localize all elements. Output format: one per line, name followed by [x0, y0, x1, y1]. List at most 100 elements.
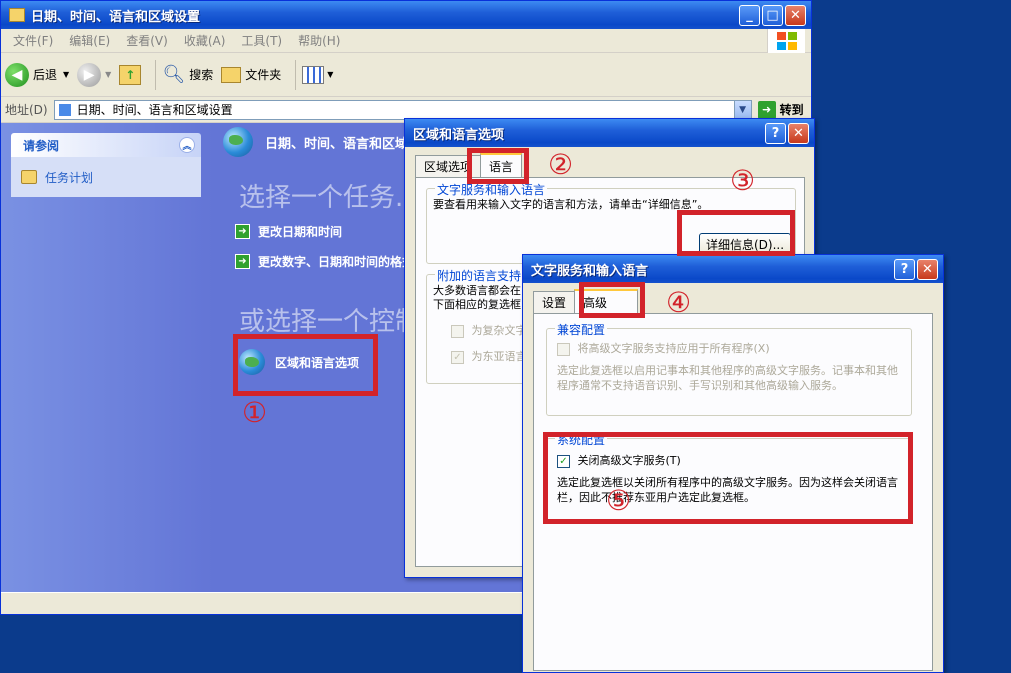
text-services-title-bar[interactable]: 文字服务和输入语言 ? ✕	[523, 255, 943, 283]
text-services-tabs: 设置 高级	[533, 289, 639, 313]
annotation-number-5: ⑤	[606, 484, 632, 517]
folders-button[interactable]: 文件夹	[221, 66, 281, 83]
annotation-number-3: ③	[730, 164, 756, 197]
turn-off-advanced-checkbox[interactable]: ✓ 关闭高级文字服务(T)	[557, 453, 681, 468]
toolbar-separator	[295, 59, 297, 90]
group-description: 要查看用来输入文字的语言和方法，请单击“详细信息”。	[433, 198, 709, 211]
annotation-number-2: ②	[548, 148, 574, 181]
address-value: 日期、时间、语言和区域设置	[76, 103, 233, 117]
folder-icon	[9, 8, 25, 22]
close-button[interactable]: ✕	[788, 123, 809, 144]
region-dialog-title: 区域和语言选项	[413, 127, 505, 143]
menu-bar: 文件(F) 编辑(E) 查看(V) 收藏(A) 工具(T) 帮助(H)	[1, 29, 811, 53]
east-asian-checkbox[interactable]: ✓ 为东亚语言	[451, 349, 527, 364]
up-folder-button[interactable]: ↑	[119, 64, 142, 85]
details-button[interactable]: 详细信息(D)...	[699, 233, 791, 255]
back-arrow-icon: ◀	[5, 62, 29, 87]
menu-view[interactable]: 查看(V)	[118, 32, 176, 49]
complex-script-checkbox[interactable]: 为复杂文字	[451, 323, 527, 338]
menu-favorites[interactable]: 收藏(A)	[176, 32, 234, 49]
toolbar: ◀ 后退 ▼ ▶ ▼ ↑ 🔍︎ 搜索 文件夹 ▼	[1, 53, 811, 97]
menu-file[interactable]: 文件(F)	[5, 32, 61, 49]
checkbox-icon	[557, 342, 570, 356]
annotation-number-1: ①	[242, 396, 268, 429]
windows-logo-icon	[767, 29, 805, 53]
task-label: 更改日期和时间	[258, 225, 343, 239]
go-button[interactable]: ➜ 转到	[757, 100, 804, 119]
control-panel-icon	[58, 103, 71, 116]
compat-checkbox-label: 将高级文字服务支持应用于所有程序(X)	[577, 342, 770, 355]
regional-options-label: 区域和语言选项	[275, 355, 360, 370]
scheduled-tasks-icon	[21, 170, 37, 184]
chevron-down-icon: ▼	[63, 70, 70, 79]
globe-clock-icon	[223, 127, 253, 157]
text-services-group: 文字服务和输入语言 要查看用来输入文字的语言和方法，请单击“详细信息”。 详细信…	[426, 181, 796, 264]
maximize-button[interactable]: □	[762, 5, 783, 26]
views-icon	[302, 65, 325, 84]
see-also-item-scheduled-tasks[interactable]: 任务计划	[45, 169, 93, 186]
check-mark-icon: ✓	[451, 350, 464, 364]
collapse-icon[interactable]: ︽	[179, 137, 195, 153]
globe-icon	[239, 349, 265, 375]
go-label: 转到	[779, 103, 804, 117]
back-button[interactable]: ◀ 后退 ▼	[5, 62, 70, 87]
close-button[interactable]: ✕	[785, 5, 806, 26]
group-description-line1: 大多数语言都会在	[433, 284, 521, 297]
group-title: 系统配置	[555, 431, 608, 448]
close-button[interactable]: ✕	[917, 259, 938, 280]
text-services-dialog: 文字服务和输入语言 ? ✕ 设置 高级 兼容配置 将高级文字服务支持应用于所有程…	[522, 254, 944, 673]
tab-regional-options[interactable]: 区域选项	[415, 155, 482, 177]
compat-group: 兼容配置 将高级文字服务支持应用于所有程序(X) 选定此复选框以启用记事本和其他…	[546, 321, 912, 416]
search-icon: 🔍︎	[162, 64, 186, 85]
advanced-tab-panel: 兼容配置 将高级文字服务支持应用于所有程序(X) 选定此复选框以启用记事本和其他…	[533, 313, 933, 671]
menu-help[interactable]: 帮助(H)	[290, 32, 348, 49]
see-also-panel: 请参阅 ︽ 任务计划	[11, 133, 201, 197]
folders-icon	[221, 66, 242, 83]
group-title: 文字服务和输入语言	[435, 181, 548, 198]
arrow-right-icon: ➜	[235, 254, 250, 269]
see-also-body: 任务计划	[11, 157, 201, 197]
help-button[interactable]: ?	[894, 259, 915, 280]
see-also-header[interactable]: 请参阅 ︽	[11, 133, 201, 157]
task-change-date-time[interactable]: ➜ 更改日期和时间	[235, 223, 342, 240]
compat-description: 选定此复选框以启用记事本和其他程序的高级文字服务。记事本和其他程序通常不支持语音…	[557, 364, 898, 392]
address-dropdown-button[interactable]: ▼	[733, 100, 751, 119]
task-label: 更改数字、日期和时间的格式	[258, 255, 415, 269]
east-asian-label: 为东亚语言	[471, 350, 527, 363]
turn-off-advanced-label: 关闭高级文字服务(T)	[577, 454, 681, 467]
tab-settings[interactable]: 设置	[533, 291, 576, 313]
see-also-title: 请参阅	[23, 138, 60, 153]
task-change-format[interactable]: ➜ 更改数字、日期和时间的格式	[235, 253, 414, 270]
system-config-group: 系统配置 ✓ 关闭高级文字服务(T) 选定此复选框以关闭所有程序中的高级文字服务…	[546, 431, 912, 522]
category-header: 日期、时间、语言和区域设置	[223, 127, 434, 157]
region-dialog-title-bar[interactable]: 区域和语言选项 ? ✕	[405, 119, 814, 147]
menu-edit[interactable]: 编辑(E)	[61, 32, 118, 49]
check-mark-icon: ✓	[557, 454, 570, 468]
tab-advanced[interactable]: 高级	[574, 289, 639, 313]
window-title: 日期、时间、语言和区域设置	[31, 9, 201, 25]
forward-arrow-icon: ▶	[77, 62, 102, 87]
search-button[interactable]: 🔍︎ 搜索	[162, 64, 213, 85]
back-label: 后退	[33, 68, 58, 82]
task-pane: 请参阅 ︽ 任务计划	[1, 123, 213, 592]
compat-checkbox[interactable]: 将高级文字服务支持应用于所有程序(X)	[557, 341, 770, 356]
chevron-down-icon: ▼	[327, 70, 334, 79]
complex-script-label: 为复杂文字	[471, 324, 527, 337]
go-arrow-icon: ➜	[757, 100, 776, 119]
annotation-number-4: ④	[666, 286, 692, 319]
regional-options-item[interactable]: 区域和语言选项	[239, 349, 359, 375]
tab-languages[interactable]: 语言	[480, 153, 523, 177]
group-description-line2: 下面相应的复选框	[433, 298, 521, 311]
address-label: 地址(D)	[5, 103, 48, 117]
folders-label: 文件夹	[245, 68, 282, 82]
explorer-title-bar[interactable]: 日期、时间、语言和区域设置 _ □ ✕	[1, 1, 811, 29]
arrow-right-icon: ➜	[235, 224, 250, 239]
forward-button[interactable]: ▶ ▼	[77, 62, 111, 87]
minimize-button[interactable]: _	[739, 5, 760, 26]
address-input[interactable]: 日期、时间、语言和区域设置 ▼	[53, 99, 752, 120]
views-button[interactable]: ▼	[302, 65, 334, 84]
text-services-title: 文字服务和输入语言	[531, 263, 649, 279]
help-button[interactable]: ?	[765, 123, 786, 144]
menu-tools[interactable]: 工具(T)	[233, 32, 290, 49]
checkbox-icon	[451, 324, 464, 338]
